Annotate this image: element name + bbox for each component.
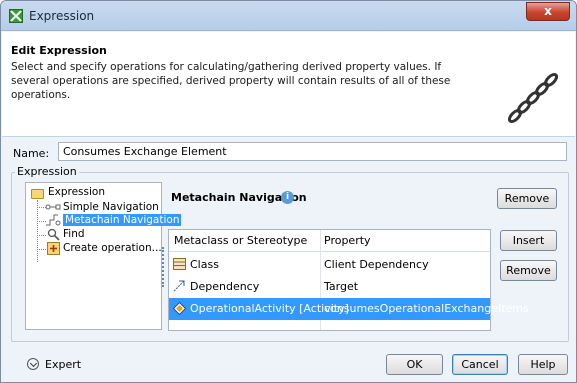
table-row[interactable]: Dependency Target xyxy=(169,276,490,298)
class-icon xyxy=(173,258,186,270)
close-button[interactable]: x xyxy=(526,2,570,21)
metachain-table: Metaclass or Stereotype Property Class C… xyxy=(168,229,529,331)
dependency-icon xyxy=(173,280,185,292)
column-header-metaclass[interactable]: Metaclass or Stereotype xyxy=(174,234,307,247)
tree-line xyxy=(37,200,38,262)
column-header-property[interactable]: Property xyxy=(324,234,371,247)
header-title: Edit Expression xyxy=(11,44,107,57)
plus-icon xyxy=(47,242,60,255)
navigation-icon xyxy=(45,204,61,210)
tree-item-simple-navigation[interactable]: Simple Navigation xyxy=(63,201,159,213)
table-header: Metaclass or Stereotype Property xyxy=(169,230,490,252)
tree-item-find[interactable]: Find xyxy=(63,228,85,240)
cell-metaclass: Class xyxy=(190,258,219,271)
metachain-icon xyxy=(46,214,61,226)
resize-handle[interactable] xyxy=(162,247,164,287)
cell-property: Client Dependency xyxy=(324,258,429,271)
info-icon[interactable]: i xyxy=(281,191,294,204)
name-input[interactable] xyxy=(58,142,567,161)
cancel-button[interactable]: Cancel xyxy=(452,354,508,375)
expression-group-label: Expression xyxy=(15,165,79,178)
cell-property: consumesOperationalExchangeItems xyxy=(324,302,529,315)
cell-metaclass: Dependency xyxy=(190,280,260,293)
remove-operation-button[interactable]: Remove xyxy=(497,188,557,209)
app-icon xyxy=(9,9,23,23)
title-bar: Expression x xyxy=(1,1,576,31)
cell-property: Target xyxy=(324,280,359,293)
insert-button[interactable]: Insert xyxy=(500,230,557,251)
table-row[interactable]: OperationalActivity [Activity] consumesO… xyxy=(169,298,529,320)
tree-line xyxy=(37,235,46,236)
window-title: Expression xyxy=(29,9,95,23)
find-icon xyxy=(47,228,60,241)
tree-item-metachain-navigation[interactable]: Metachain Navigation xyxy=(63,214,182,226)
tree-item-metachain-label: Metachain Navigation xyxy=(63,214,182,226)
table-row[interactable]: Class Client Dependency xyxy=(169,254,490,276)
remove-row-button[interactable]: Remove xyxy=(500,260,557,281)
ok-button[interactable]: OK xyxy=(386,354,443,375)
chain-icon xyxy=(507,72,559,124)
expand-circle-icon[interactable] xyxy=(27,358,39,370)
dialog-header: Edit Expression Select and specify opera… xyxy=(2,32,575,137)
help-button[interactable]: Help xyxy=(518,354,568,375)
folder-icon xyxy=(31,189,44,199)
expression-dialog: Expression x Edit Expression Select and … xyxy=(0,0,577,383)
tree-line xyxy=(37,249,46,250)
activity-icon xyxy=(173,302,186,315)
expression-tree[interactable]: Expression Simple Navigation Metachain N… xyxy=(25,182,182,330)
tree-root-expression[interactable]: Expression xyxy=(48,186,105,198)
expert-toggle[interactable]: Expert xyxy=(45,358,81,371)
tree-item-create-operation[interactable]: Create operation... xyxy=(63,242,162,254)
name-label: Name: xyxy=(13,147,50,160)
header-description: Select and specify operations for calcul… xyxy=(11,61,451,101)
